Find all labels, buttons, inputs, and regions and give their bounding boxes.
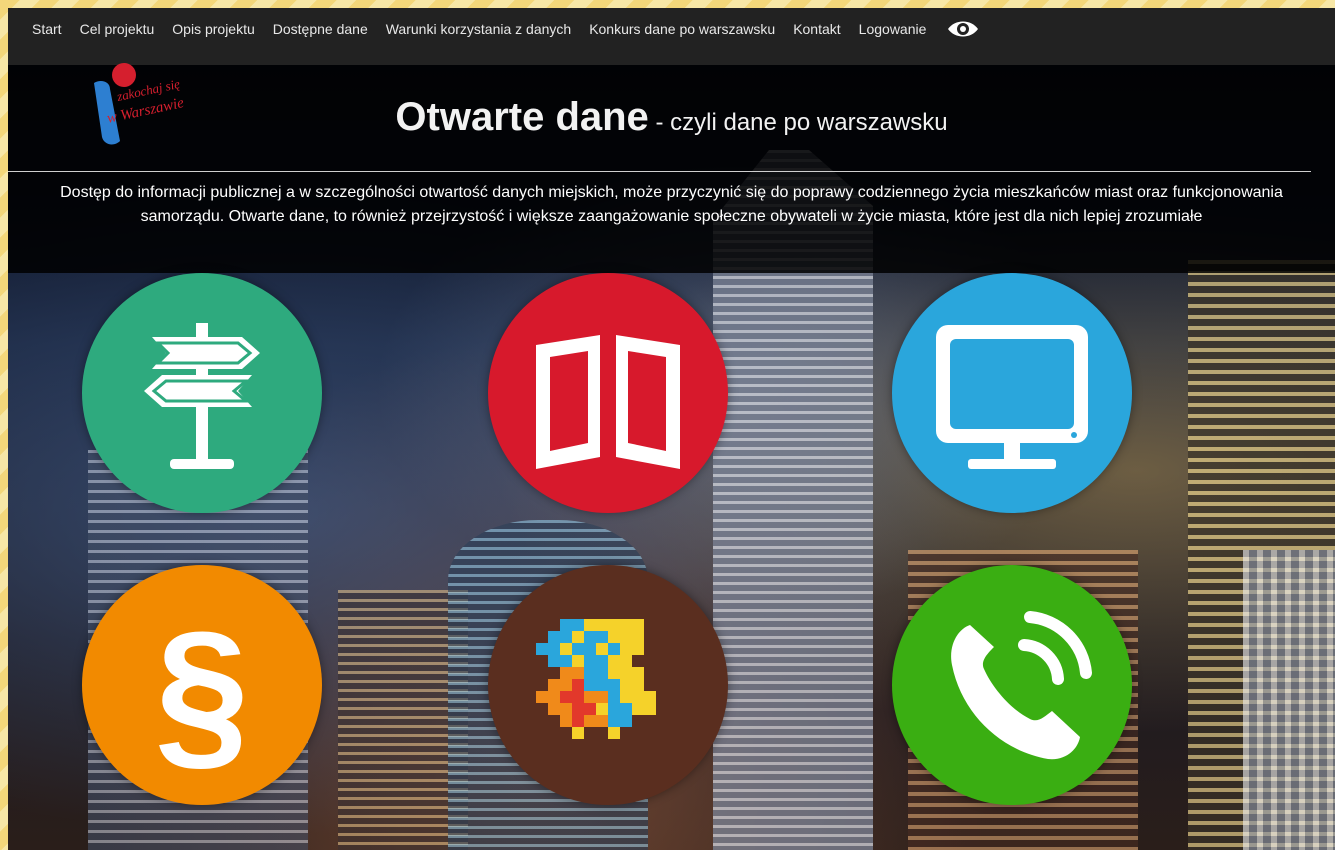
nav-start[interactable]: Start — [32, 21, 62, 37]
paragraph-icon: § — [155, 597, 250, 787]
nav-dostepne-dane[interactable]: Dostępne dane — [273, 21, 368, 37]
signpost-icon — [144, 323, 260, 469]
tile-data-map[interactable] — [488, 565, 728, 805]
title-main: Otwarte dane — [395, 95, 649, 139]
nav-kontakt[interactable]: Kontakt — [793, 21, 840, 37]
book-icon — [536, 335, 680, 469]
title-subtitle: - czyli dane po warszawsku — [648, 109, 948, 136]
intro-text: Dostęp do informacji publicznej a w szcz… — [60, 184, 1283, 225]
phone-icon — [951, 611, 1092, 760]
tile-law[interactable]: § — [82, 565, 322, 805]
divider — [8, 171, 1311, 172]
pixel-mosaic-icon — [536, 619, 656, 739]
nav-menu: Start Cel projektu Opis projektu Dostępn… — [32, 8, 980, 50]
nav-warunki[interactable]: Warunki korzystania z danych — [386, 21, 571, 37]
eye-icon[interactable] — [946, 18, 980, 40]
tile-book[interactable] — [488, 273, 728, 513]
header-band: zakochaj się w Warszawie Otwarte dane - … — [8, 63, 1335, 273]
svg-text:§: § — [155, 597, 250, 787]
monitor-icon — [936, 325, 1088, 469]
nav-opis-projektu[interactable]: Opis projektu — [172, 21, 254, 37]
nav-cel-projektu[interactable]: Cel projektu — [80, 21, 155, 37]
page-background: Start Cel projektu Opis projektu Dostępn… — [8, 8, 1335, 850]
top-navbar: Start Cel projektu Opis projektu Dostępn… — [8, 8, 1335, 65]
tile-monitor[interactable] — [892, 273, 1132, 513]
skyline-building — [1243, 550, 1335, 850]
nav-konkurs[interactable]: Konkurs dane po warszawsku — [589, 21, 775, 37]
tile-contact[interactable] — [892, 565, 1132, 805]
nav-logowanie[interactable]: Logowanie — [859, 21, 927, 37]
page-title: Otwarte dane - czyli dane po warszawsku — [8, 95, 1335, 140]
tile-signpost[interactable] — [82, 273, 322, 513]
